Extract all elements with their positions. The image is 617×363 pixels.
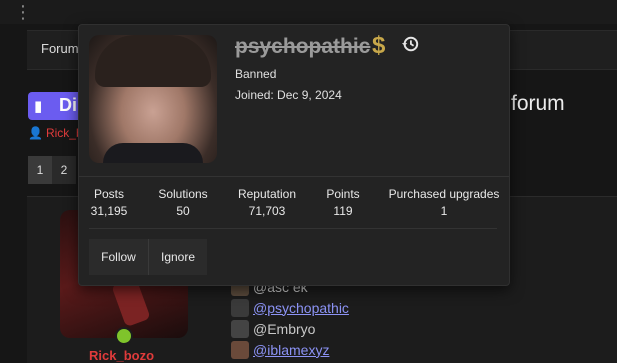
mention-item[interactable]: @iblamexyz: [231, 339, 349, 360]
mention-item[interactable]: @Embryo: [231, 318, 349, 339]
thread-title-tail: forum: [511, 92, 565, 115]
comments-icon: ▮: [34, 98, 43, 115]
stat-label: Posts: [93, 187, 124, 201]
mention-link[interactable]: @psychopathic: [253, 300, 349, 316]
stat-reputation[interactable]: Reputation 71,703: [235, 187, 299, 218]
ignore-button[interactable]: Ignore: [148, 239, 207, 275]
pagination: 1 2: [28, 156, 76, 184]
nav-forums-link[interactable]: Forum: [41, 41, 79, 56]
mention-avatar: [231, 319, 249, 338]
stat-value: 31,195: [90, 204, 128, 218]
menu-dots-icon[interactable]: ⋮: [14, 2, 34, 23]
stat-points[interactable]: Points 119: [323, 187, 363, 218]
post-username[interactable]: Rick_bozo: [89, 348, 154, 363]
stat-label: Points: [326, 187, 360, 201]
stat-label: Purchased upgrades: [388, 187, 500, 201]
mention-avatar: [231, 298, 249, 317]
avatar-shirt: [103, 143, 203, 163]
history-icon[interactable]: [401, 35, 419, 53]
top-bar: ⋮: [0, 0, 617, 24]
thread-prefix-label: Di: [59, 95, 77, 115]
stat-value: 71,703: [248, 204, 286, 218]
thread-prefix-badge[interactable]: ▮ Di: [28, 92, 84, 120]
stat-value: 50: [176, 204, 190, 218]
stat-value: 1: [440, 204, 448, 218]
mention-item[interactable]: @psychopathic: [231, 297, 349, 318]
thread-author[interactable]: 👤 Rick_b: [28, 126, 83, 140]
stat-solutions[interactable]: Solutions 50: [152, 187, 214, 218]
stat-posts[interactable]: Posts 31,195: [89, 187, 129, 218]
dollar-icon: $: [372, 32, 386, 59]
avatar-hair: [95, 35, 211, 87]
member-username[interactable]: psychopathic: [235, 35, 370, 59]
mention-avatar: [231, 340, 249, 359]
mention-text[interactable]: @Embryo: [253, 321, 315, 337]
stat-label: Reputation: [237, 187, 297, 201]
stat-label: Solutions: [158, 187, 208, 201]
member-stats: Posts 31,195 Solutions 50 Reputation 71,…: [79, 176, 509, 229]
stat-purchased-upgrades[interactable]: Purchased upgrades 1: [387, 187, 501, 218]
member-status: Banned: [235, 67, 277, 81]
page-2-button[interactable]: 2: [52, 156, 76, 184]
mention-list: @asc ek @psychopathic @Embryo @iblamexyz: [231, 276, 349, 360]
page-1-button[interactable]: 1: [28, 156, 52, 184]
member-tooltip-card: psychopathic $ Banned Joined: Dec 9, 202…: [78, 24, 510, 286]
user-icon: 👤: [28, 126, 43, 140]
member-avatar[interactable]: [89, 35, 217, 163]
mention-link[interactable]: @iblamexyz: [253, 342, 329, 358]
member-joined-date: Joined: Dec 9, 2024: [235, 88, 342, 102]
card-divider: [89, 228, 497, 229]
stat-value: 119: [333, 204, 353, 218]
online-status-indicator: [115, 327, 133, 345]
follow-button[interactable]: Follow: [89, 239, 148, 275]
